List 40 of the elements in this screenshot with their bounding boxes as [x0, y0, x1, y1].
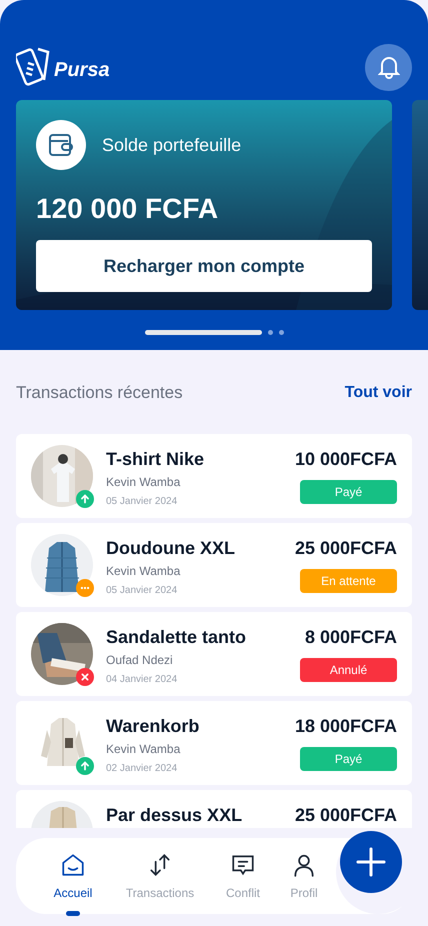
wallet-icon: [48, 133, 74, 157]
home-icon: [60, 852, 86, 878]
transaction-date: 05 Janvier 2024: [106, 584, 178, 598]
transaction-card[interactable]: T-shirt Nike Kevin Wamba 05 Janvier 2024 10 000FCFA Payé: [16, 434, 412, 518]
person-name: Kevin Wamba: [106, 474, 182, 490]
amount: 10 000FCFA: [294, 448, 397, 470]
item-title: Warenkorb: [106, 714, 200, 736]
item-title: Doudoune XXL: [106, 536, 236, 558]
person-name: Kevin Wamba: [106, 740, 182, 756]
bell-icon: [378, 55, 400, 79]
transaction-card[interactable]: Par dessus XXL 25 000FCFA: [16, 790, 412, 828]
item-title: Par dessus XXL: [106, 804, 244, 826]
transaction-date: 02 Janvier 2024: [106, 762, 178, 776]
plus-icon: [356, 847, 386, 877]
amount: 25 000FCFA: [294, 804, 397, 826]
status-badge: Payé: [300, 746, 397, 770]
nav-tab[interactable]: Accueil: [36, 850, 110, 902]
amount: 25 000FCFA: [294, 536, 397, 558]
amount: 18 000FCFA: [294, 714, 397, 736]
recharge-button[interactable]: Recharger mon compte: [36, 240, 372, 292]
section-title: Transactions récentes: [16, 382, 183, 404]
transaction-date: 05 Janvier 2024: [106, 494, 178, 508]
transaction-card[interactable]: Doudoune XXL Kevin Wamba 05 Janvier 2024 25 000FCFA En attente: [16, 522, 412, 606]
amount: 8 000FCFA: [304, 626, 397, 648]
app-logo-text: Pursa: [54, 58, 110, 83]
person-name: Kevin Wamba: [106, 562, 182, 578]
wallet-label: Solde portefeuille: [102, 134, 242, 157]
active-indicator: [66, 911, 80, 916]
status-badge: En attente: [300, 568, 397, 592]
transaction-date: 04 Janvier 2024: [106, 672, 178, 686]
see-all-link[interactable]: Tout voir: [344, 380, 412, 405]
transaction-card[interactable]: Warenkorb Kevin Wamba 02 Janvier 2024 18 000FCFA Payé: [16, 700, 412, 784]
item-title: T-shirt Nike: [106, 448, 206, 470]
item-title: Sandalette tanto: [106, 626, 248, 648]
status-badge: Annulé: [300, 658, 397, 682]
status-badge: Payé: [300, 480, 397, 504]
transaction-card[interactable]: Sandalette tanto Oufad Ndezi 04 Janvier 2024 8 000FCFA Annulé: [16, 612, 412, 696]
notifications-button[interactable]: [365, 44, 412, 90]
balance-amount: 120 000 FCFA: [35, 192, 220, 226]
person-name: Oufad Ndezi: [106, 652, 174, 668]
